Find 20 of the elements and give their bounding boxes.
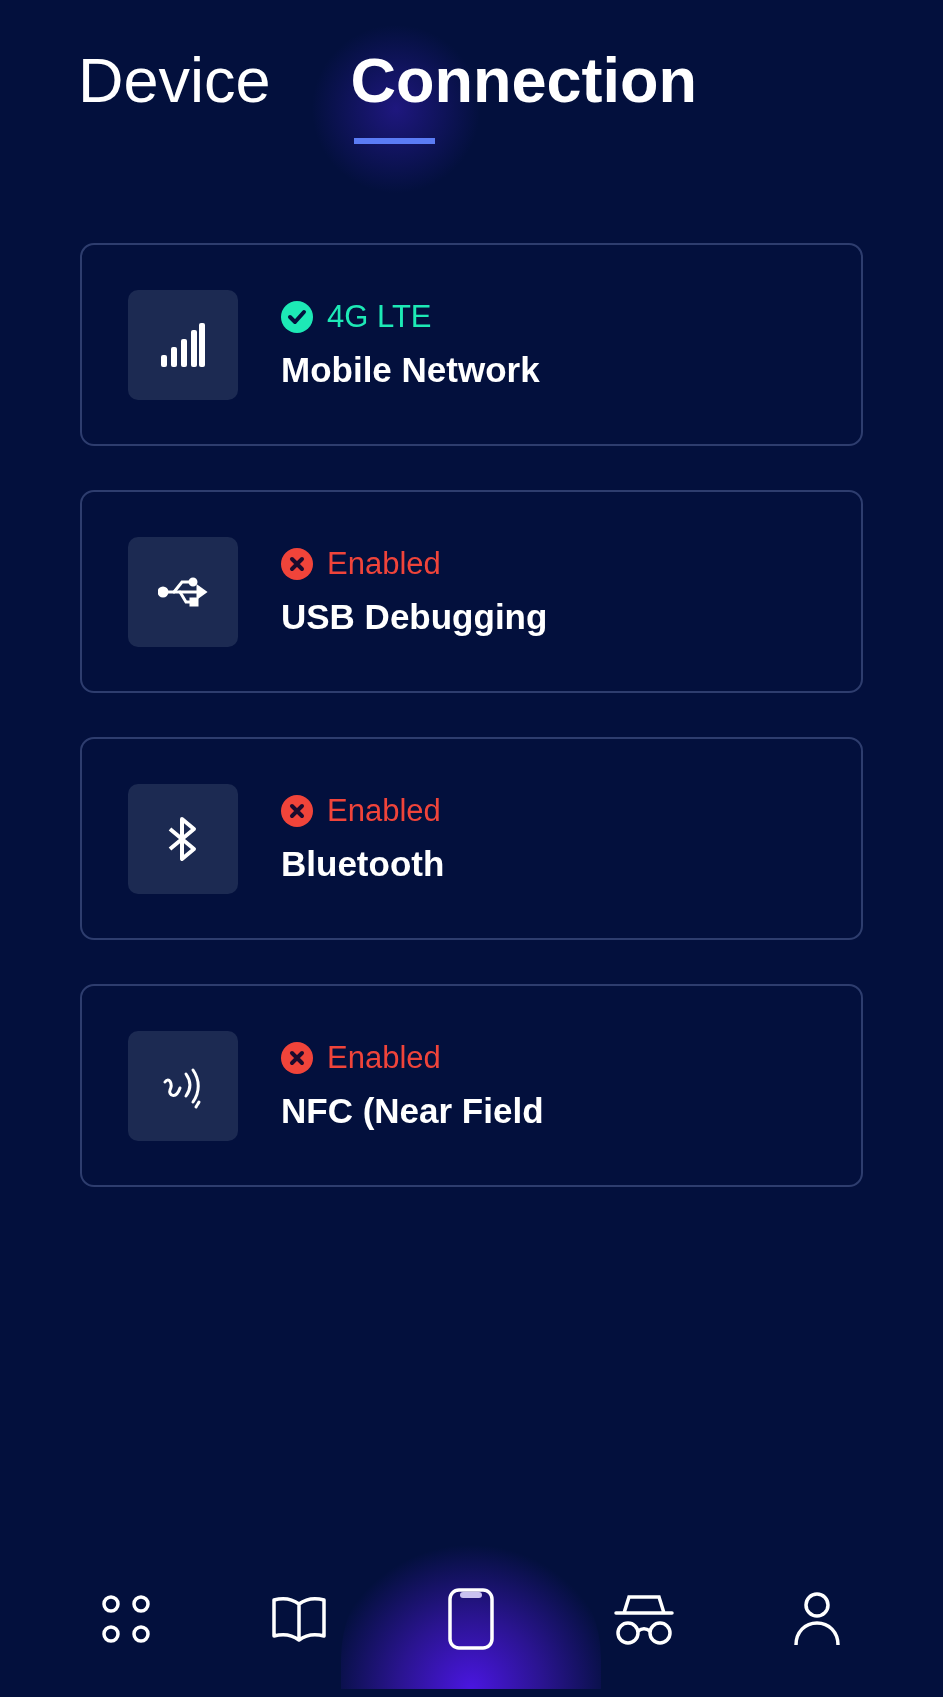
connection-title: Bluetooth — [281, 842, 445, 885]
connection-title: NFC (Near Field — [281, 1089, 544, 1132]
status-text: Enabled — [327, 792, 441, 829]
tab[interactable]: Connection — [350, 44, 698, 144]
status-text: 4G LTE — [327, 298, 432, 335]
book-icon[interactable] — [270, 1596, 327, 1642]
connection-card[interactable]: 4G LTE Mobile Network — [80, 243, 863, 446]
status-text: Enabled — [327, 545, 441, 582]
signal-icon — [161, 320, 205, 369]
connection-title: Mobile Network — [281, 348, 540, 391]
tab[interactable]: Device — [78, 44, 271, 116]
incognito-icon[interactable] — [614, 1593, 675, 1645]
connection-card[interactable]: Enabled NFC (Near Field — [80, 984, 863, 1187]
status-text: Enabled — [327, 1039, 441, 1076]
apps-icon[interactable] — [101, 1594, 152, 1644]
user-icon[interactable] — [792, 1591, 841, 1647]
phone-icon[interactable] — [448, 1588, 495, 1650]
connection-card[interactable]: Enabled USB Debugging — [80, 490, 863, 693]
connection-card[interactable]: Enabled Bluetooth — [80, 737, 863, 940]
connection-title: USB Debugging — [281, 595, 548, 638]
